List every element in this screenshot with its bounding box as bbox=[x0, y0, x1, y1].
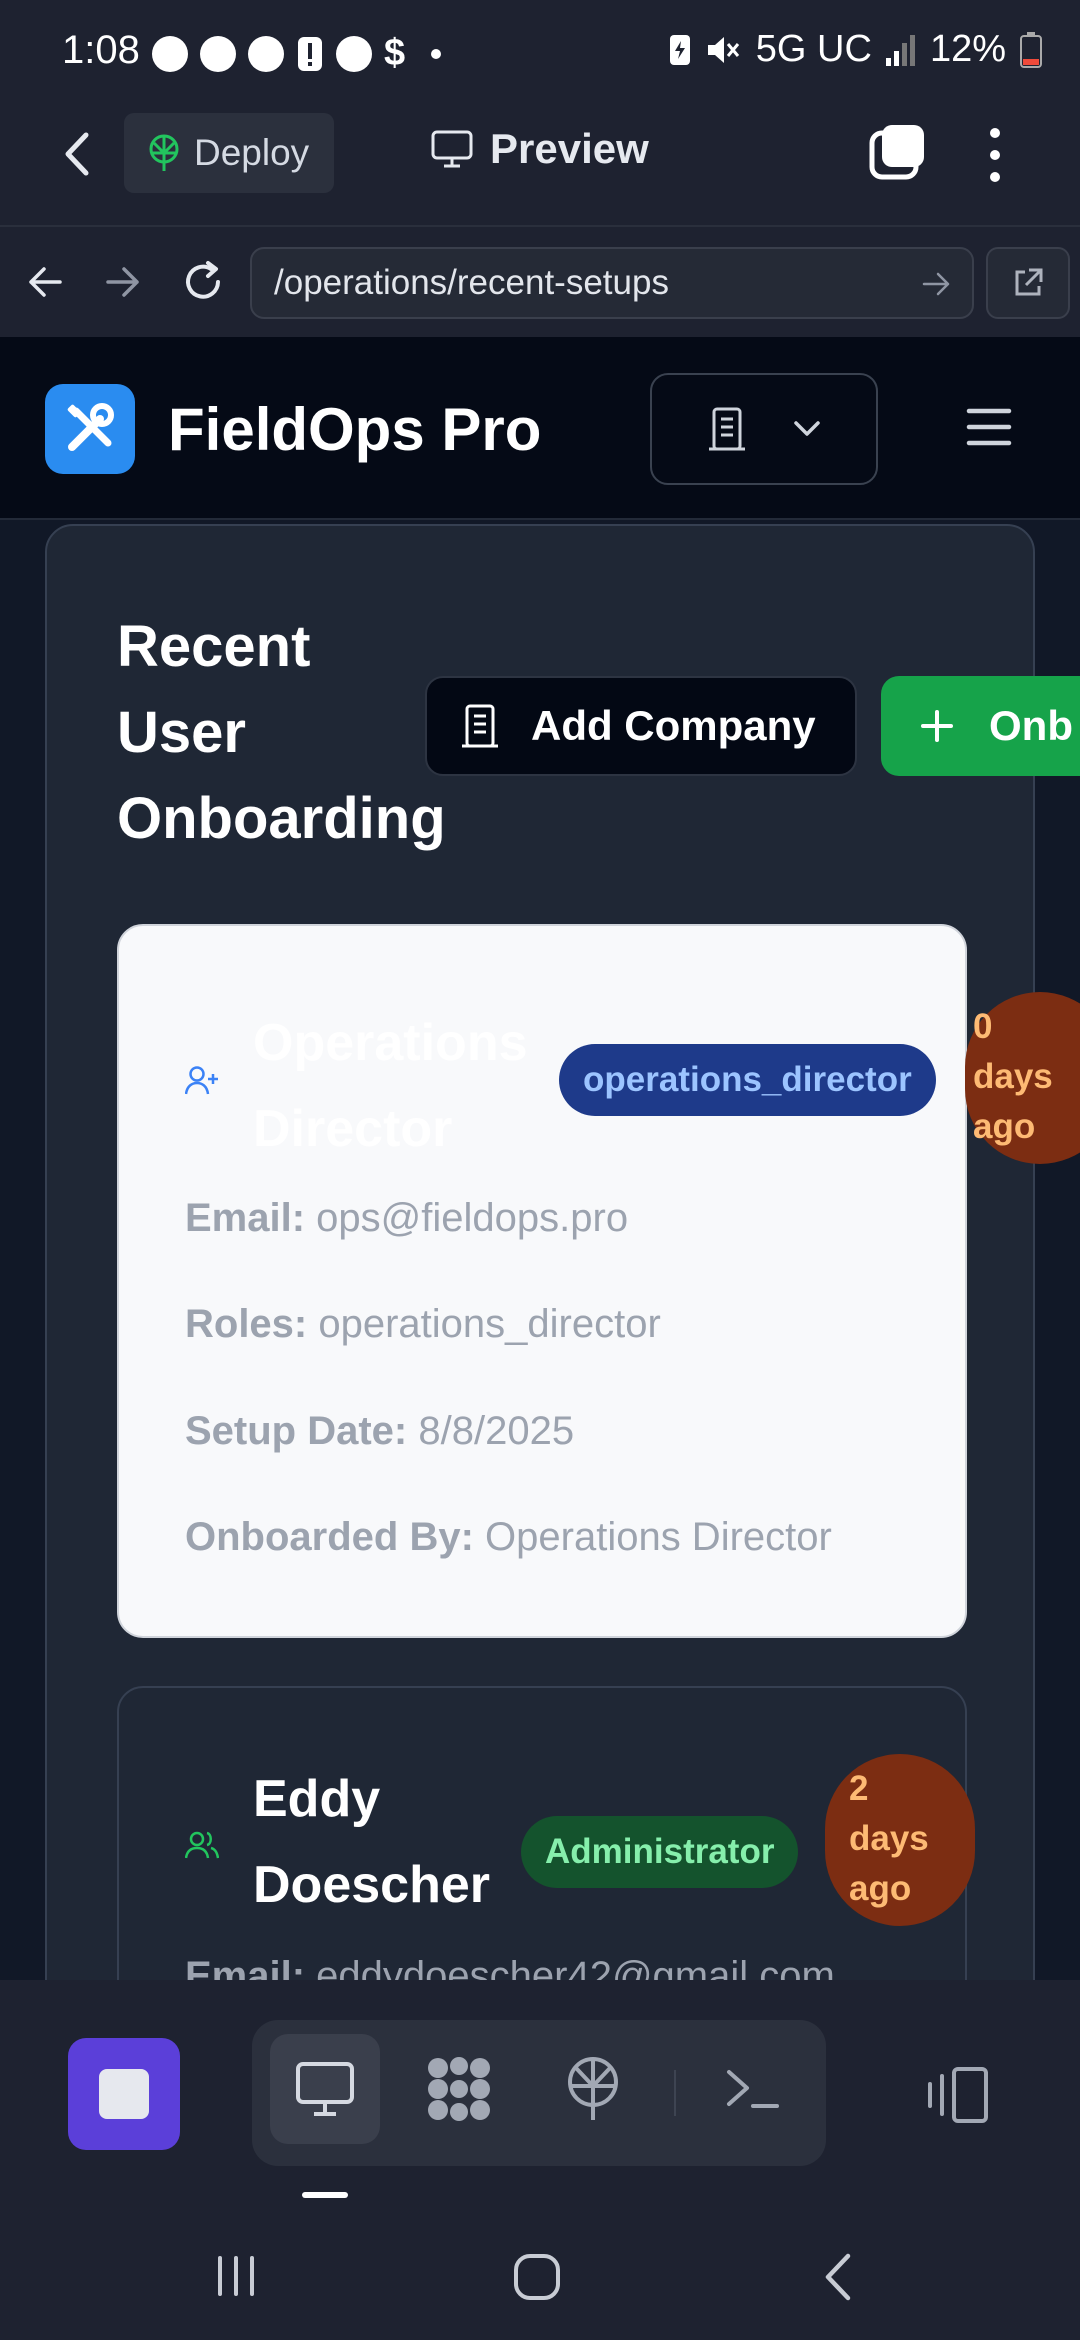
email-value: eddydoescher42@gmail.com bbox=[316, 1954, 835, 1980]
network-label: 5G UC bbox=[755, 28, 872, 70]
setup-date-row: Setup Date: 8/8/2025 bbox=[185, 1409, 575, 1453]
tool-divider bbox=[674, 2070, 676, 2116]
user-plus-icon bbox=[185, 1066, 218, 1095]
app-header: FieldOps Pro bbox=[0, 337, 1080, 520]
plus-icon bbox=[921, 710, 953, 742]
shell-tool-button[interactable] bbox=[698, 2034, 808, 2144]
app-logo[interactable] bbox=[45, 384, 135, 474]
nav-back-icon[interactable] bbox=[26, 265, 64, 299]
back-icon[interactable] bbox=[58, 129, 98, 179]
users-icon bbox=[185, 1831, 219, 1859]
reload-icon[interactable] bbox=[180, 259, 226, 305]
email-value: ops@fieldops.pro bbox=[316, 1196, 629, 1240]
home-icon[interactable] bbox=[512, 2252, 562, 2302]
go-arrow-icon[interactable] bbox=[922, 271, 952, 297]
onboarding-card[interactable]: Operations Director operations_director … bbox=[117, 924, 1080, 1638]
workspace-icon bbox=[428, 2057, 490, 2121]
active-indicator bbox=[302, 2192, 348, 2198]
onboarded-by-value: Operations Director bbox=[485, 1515, 832, 1559]
url-bar: /operations/recent-setups bbox=[0, 225, 1080, 337]
onboard-user-button[interactable]: Onb bbox=[881, 676, 1080, 776]
url-text: /operations/recent-setups bbox=[274, 263, 669, 302]
recent-onboarding-panel: Recent User Onboarding Add Company Onb O… bbox=[45, 524, 1080, 1980]
onboard-label: Onb bbox=[989, 702, 1073, 749]
add-company-label: Add Company bbox=[531, 702, 816, 749]
monitor-icon bbox=[431, 130, 473, 168]
system-nav-bar bbox=[0, 2210, 1080, 2340]
main-content[interactable]: Recent User Onboarding Add Company Onb O… bbox=[0, 520, 1080, 1980]
battery-icon bbox=[1020, 31, 1042, 68]
dollar-icon: $ bbox=[384, 32, 406, 74]
email-row: Email: ops@fieldops.pro bbox=[185, 1196, 629, 1240]
notification-icons: $ bbox=[152, 32, 442, 75]
open-external-button[interactable] bbox=[986, 247, 1070, 319]
stop-button[interactable] bbox=[68, 2038, 180, 2150]
preview-tool-button[interactable] bbox=[270, 2034, 380, 2144]
more-options-icon[interactable] bbox=[984, 125, 1006, 185]
battery-saver-icon bbox=[669, 34, 690, 65]
user-name: Operations Director bbox=[253, 1014, 528, 1158]
onboarding-card[interactable]: Eddy Doescher Administrator 2 days ago E… bbox=[117, 1686, 975, 1980]
workspace-tool-button[interactable] bbox=[404, 2034, 514, 2144]
building-icon bbox=[709, 407, 745, 451]
chevron-down-icon bbox=[794, 421, 820, 436]
app-title: FieldOps Pro bbox=[168, 396, 542, 463]
system-back-icon[interactable] bbox=[822, 2252, 856, 2302]
mute-icon bbox=[707, 36, 739, 63]
roles-value: operations_director bbox=[318, 1302, 661, 1346]
preview-label: Preview bbox=[490, 125, 649, 172]
email-row: Email: eddydoescher42@gmail.com bbox=[185, 1954, 835, 1980]
messenger-icon bbox=[152, 35, 188, 72]
menu-icon[interactable] bbox=[966, 407, 1012, 447]
deploy-label: Deploy bbox=[194, 132, 310, 173]
role-badge: Administrator bbox=[521, 1816, 799, 1888]
user-name: Eddy Doescher bbox=[253, 1770, 490, 1914]
roles-row: Roles: operations_director bbox=[185, 1302, 661, 1346]
section-title: Recent User Onboarding bbox=[117, 614, 446, 851]
signal-icon bbox=[885, 34, 915, 66]
onboarded-by-row: Onboarded By: Operations Director bbox=[185, 1515, 832, 1559]
dot-icon bbox=[431, 48, 442, 59]
nav-forward-icon[interactable] bbox=[104, 265, 142, 299]
monitor-icon bbox=[296, 2062, 354, 2116]
status-right: 5G UC 12% bbox=[668, 28, 1042, 71]
terminal-icon bbox=[727, 2070, 779, 2108]
url-input[interactable]: /operations/recent-setups bbox=[250, 247, 974, 319]
tools-icon bbox=[67, 403, 114, 451]
messenger-icon bbox=[200, 35, 236, 72]
preview-tab[interactable]: Preview bbox=[430, 125, 649, 173]
time-ago-badge: 0 days ago bbox=[965, 992, 1080, 1164]
deploy-tool-button[interactable] bbox=[538, 2034, 648, 2144]
recents-icon[interactable] bbox=[214, 2254, 258, 2298]
tool-dock bbox=[0, 1980, 1080, 2210]
device-toggle-icon[interactable] bbox=[924, 2066, 990, 2124]
time-ago-badge: 2 days ago bbox=[825, 1754, 975, 1926]
app-toolbar: Deploy Preview bbox=[0, 105, 1080, 225]
tool-group bbox=[252, 2020, 826, 2166]
alert-icon bbox=[298, 36, 322, 71]
status-bar: 1:08 $ 5G UC 12% bbox=[0, 0, 1080, 105]
battery-percent: 12% bbox=[929, 28, 1006, 70]
setup-date-value: 8/8/2025 bbox=[418, 1409, 575, 1453]
add-company-button[interactable]: Add Company bbox=[425, 676, 857, 776]
deploy-tab[interactable]: Deploy bbox=[124, 113, 334, 193]
company-selector[interactable] bbox=[650, 373, 878, 485]
tabs-switcher-icon[interactable] bbox=[868, 123, 926, 181]
building-icon bbox=[462, 704, 498, 748]
messenger-icon bbox=[336, 35, 372, 72]
status-time: 1:08 bbox=[62, 28, 140, 72]
deploy-icon bbox=[149, 134, 179, 171]
external-link-icon bbox=[1015, 268, 1043, 296]
stop-icon bbox=[99, 2069, 149, 2119]
messenger-icon bbox=[248, 35, 284, 72]
deploy-icon bbox=[568, 2057, 618, 2120]
role-badge: operations_director bbox=[559, 1044, 936, 1116]
